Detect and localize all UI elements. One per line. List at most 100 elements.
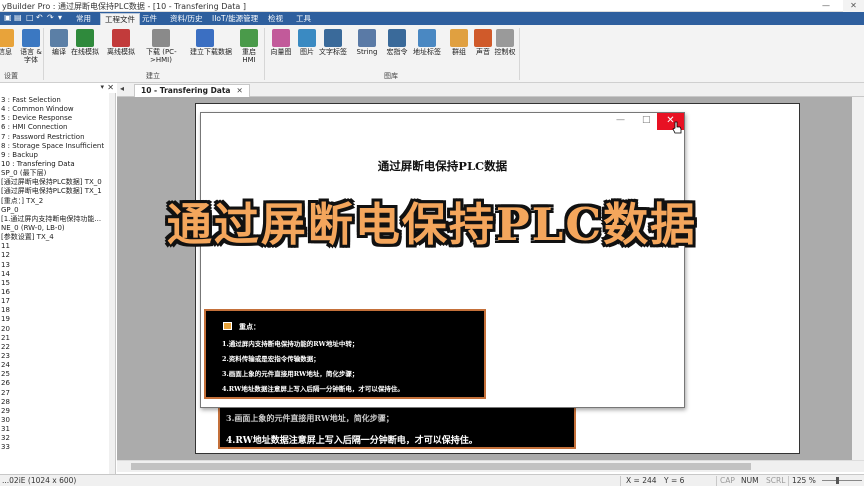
save-quick-icon[interactable]: ▣ xyxy=(4,13,12,22)
quick-access-dropdown-icon[interactable]: ▾ xyxy=(58,13,62,22)
tab-transfering-data[interactable]: 10 - Transfering Data ✕ xyxy=(134,84,250,97)
tree-item[interactable]: 13 xyxy=(0,261,116,270)
menu-item[interactable]: 工具 xyxy=(292,13,315,25)
menu-item[interactable]: 元件 xyxy=(138,13,161,25)
key-points-heading: 重点： xyxy=(239,322,260,331)
menu-item[interactable]: IIoT/能源管理 xyxy=(208,13,262,25)
info-icon xyxy=(0,29,14,47)
bullet-icon xyxy=(223,322,232,330)
status-bar: ...02iE (1024 x 600) X = 244 Y = 6 CAP N… xyxy=(0,474,864,486)
text-label-icon xyxy=(324,29,342,47)
panel-menu-icon[interactable]: ▾ xyxy=(100,83,104,91)
ribbon-button-label: 语言 & 字体 xyxy=(20,48,42,64)
download-icon xyxy=(152,29,170,47)
open-quick-icon[interactable]: ▤ xyxy=(14,13,22,22)
tree-item[interactable]: 9 : Backup xyxy=(0,151,116,160)
popup-title-text[interactable]: 通过屏断电保持PLC数据 xyxy=(201,158,684,174)
tree-item[interactable]: 27 xyxy=(0,389,116,398)
tree-item[interactable]: 33 xyxy=(0,443,116,452)
tree-item[interactable]: 5 : Device Response xyxy=(0,114,116,123)
popup-window[interactable]: — □ ✕ 通过屏断电保持PLC数据 重点： 1.通过屏内支持断电保持功能的RW… xyxy=(200,112,685,408)
video-caption: 通过屏断电保持PLC数据 xyxy=(166,198,698,251)
tab-close-icon[interactable]: ✕ xyxy=(237,86,243,95)
status-num: NUM xyxy=(741,476,759,485)
tree-item[interactable]: 26 xyxy=(0,379,116,388)
tree-item[interactable]: 20 xyxy=(0,325,116,334)
key-point-line: 1.通过屏内支持断电保持功能的RW地址中转； xyxy=(222,340,359,348)
window-title: yBuilder Pro : 通过屏断电保持PLC数据 - [10 - Tran… xyxy=(2,2,247,11)
ribbon-separator xyxy=(43,28,44,80)
tree-scrollbar[interactable] xyxy=(109,93,115,478)
tree-item[interactable]: 15 xyxy=(0,279,116,288)
vertical-scrollbar[interactable] xyxy=(852,97,864,460)
panel-close-button[interactable]: ✕ xyxy=(107,83,114,92)
ribbon-button-label: 离线模拟 xyxy=(107,48,135,56)
ribbon-button[interactable]: 离线模拟 xyxy=(106,27,136,71)
ribbon-button[interactable]: 重启 HMI xyxy=(234,27,264,71)
tree-item[interactable]: 30 xyxy=(0,416,116,425)
popup-minimize-icon[interactable]: — xyxy=(616,115,625,125)
tree-item[interactable]: 22 xyxy=(0,343,116,352)
ribbon-button[interactable]: 宏指令 xyxy=(382,27,412,71)
new-quick-icon[interactable]: □ xyxy=(26,13,34,22)
tree-item[interactable]: SP_0 (最下层) xyxy=(0,169,116,178)
macro-icon xyxy=(388,29,406,47)
tree-list: 3 : Fast Selection 4 : Common Window 5 : D… xyxy=(0,96,116,452)
tree-item[interactable]: 32 xyxy=(0,434,116,443)
ribbon-button[interactable]: String xyxy=(352,27,382,71)
tab-scroll-left-icon[interactable]: ◂ xyxy=(120,84,124,93)
ribbon-button-label: 文字标签 xyxy=(319,48,347,56)
tree-item[interactable]: [通过屏断电保持PLC数据] TX_0 xyxy=(0,178,116,187)
redo-quick-icon[interactable]: ↷ xyxy=(47,13,54,22)
key-points-panel[interactable]: 重点： 1.通过屏内支持断电保持功能的RW地址中转； 2.资料传输或是宏指令传输… xyxy=(204,309,486,399)
ribbon-button[interactable]: 文字标签 xyxy=(318,27,348,71)
tree-item[interactable]: 19 xyxy=(0,315,116,324)
hmi-screen[interactable]: 3.画面上象的元件直接用RW地址，简化步骤； 4.RW地址数据注意屏上写入后隔一… xyxy=(195,103,800,454)
ribbon-button[interactable]: 下载 (PC- >HMI) xyxy=(146,27,177,71)
build-download-icon xyxy=(196,29,214,47)
tree-item[interactable]: 16 xyxy=(0,288,116,297)
minimize-button[interactable]: — xyxy=(818,0,834,12)
ribbon-button[interactable]: 在线模拟 xyxy=(70,27,100,71)
tree-item[interactable]: 29 xyxy=(0,407,116,416)
tree-item[interactable]: 6 : HMI Connection xyxy=(0,123,116,132)
editor-canvas[interactable]: 3.画面上象的元件直接用RW地址，简化步骤； 4.RW地址数据注意屏上写入后隔一… xyxy=(117,97,864,460)
undo-quick-icon[interactable]: ↶ xyxy=(36,13,43,22)
group-label-settings: 设置 xyxy=(4,72,18,80)
tree-item[interactable]: 17 xyxy=(0,297,116,306)
panel-header: ▾ ✕ xyxy=(0,83,116,93)
group-label-build: 建立 xyxy=(146,72,160,80)
tree-item[interactable]: 24 xyxy=(0,361,116,370)
tree-item[interactable]: 25 xyxy=(0,370,116,379)
tree-item[interactable]: 23 xyxy=(0,352,116,361)
tree-item[interactable]: 7 : Password Restriction xyxy=(0,133,116,142)
popup-maximize-icon[interactable]: □ xyxy=(642,115,651,125)
ribbon-separator xyxy=(519,28,520,80)
tree-item[interactable]: 3 : Fast Selection xyxy=(0,96,116,105)
ribbon-button[interactable]: 控制权 xyxy=(490,27,520,71)
app-window: yBuilder Pro : 通过屏断电保持PLC数据 - [10 - Tran… xyxy=(0,0,864,486)
horizontal-scrollbar[interactable] xyxy=(117,460,864,472)
scrollbar-thumb[interactable] xyxy=(131,463,751,470)
back-panel-line: 4.RW地址数据注意屏上写入后隔一分钟断电，才可以保持住。 xyxy=(226,436,478,446)
hand-cursor-icon xyxy=(672,121,682,134)
zoom-slider-thumb[interactable] xyxy=(836,477,839,484)
tree-item[interactable]: 28 xyxy=(0,398,116,407)
menu-item[interactable]: 工程文件 xyxy=(100,13,140,25)
tree-item[interactable]: 4 : Common Window xyxy=(0,105,116,114)
tree-item[interactable]: 8 : Storage Space Insufficient xyxy=(0,142,116,151)
ribbon-button[interactable]: 地址标签 xyxy=(412,27,442,71)
close-window-button[interactable]: ✕ xyxy=(843,0,864,12)
zoom-slider[interactable] xyxy=(822,480,862,481)
tree-item[interactable]: 10 : Transfering Data xyxy=(0,160,116,169)
tree-item[interactable]: 21 xyxy=(0,334,116,343)
menu-item[interactable]: 常用 xyxy=(72,13,95,25)
tree-item[interactable]: 18 xyxy=(0,306,116,315)
ribbon-button[interactable]: 建立下载数据 xyxy=(190,27,232,71)
popup-titlebar[interactable]: — □ ✕ xyxy=(201,113,684,130)
menu-item[interactable]: 资料/历史 xyxy=(166,13,207,25)
ribbon-button[interactable]: 语言 & 字体 xyxy=(16,27,46,71)
tree-item[interactable]: 14 xyxy=(0,270,116,279)
tree-item[interactable]: 31 xyxy=(0,425,116,434)
menu-item[interactable]: 检视 xyxy=(264,13,287,25)
